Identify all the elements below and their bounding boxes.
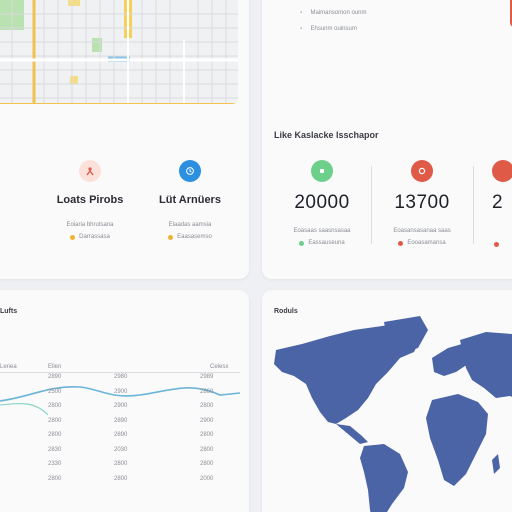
summary-card: ▪ Maimansomon ounm ▪ Ehsunm ouinsum Like… (262, 0, 512, 279)
city-map[interactable] (0, 0, 238, 104)
metric-value: 2 (492, 192, 504, 213)
summary-top-line-1: ▪ Maimansomon ounm (300, 10, 367, 16)
metric-legend: Eooasamansa (374, 240, 470, 246)
table-header: Ellen (48, 364, 62, 370)
table-cell: 2890 (48, 374, 62, 380)
table-cell: 2980 (114, 374, 128, 380)
legend-dot (168, 234, 174, 240)
world-map-card: Roduls (262, 290, 512, 512)
table-cell: 2989 (200, 374, 214, 380)
metric-title: Lüt Arnüers (159, 194, 221, 206)
metric-summary-3: 2 (480, 160, 512, 247)
metric-summary-1: 20000 Eoasaas saasnsasaa Eassauseuna (274, 160, 370, 246)
world-map-graphic[interactable] (272, 314, 512, 512)
metric-subtitle: Eoiaria bhrutsana (66, 222, 114, 228)
metric-summary-2: 13700 Eoasansasanaa saas Eooasamansa (374, 160, 470, 246)
metric-legend: Darrassasa (50, 234, 130, 240)
metric-legend-label: Eaasasemso (177, 234, 212, 240)
metric-legend-label: Darrassasa (79, 234, 110, 240)
legend-dot (299, 240, 305, 246)
table-cell: 2900 (114, 403, 128, 409)
metric-legend-label: Eassauseuna (308, 240, 345, 246)
metric-legend: Eaasasemso (150, 234, 230, 240)
table-cell: 2800 (200, 446, 214, 453)
table-cell: 2900 (200, 417, 214, 424)
table-cell: 2800 (200, 432, 214, 438)
table-header: Lenea (0, 364, 17, 370)
table-cell: 2800 (200, 461, 214, 467)
table-cell: 2890 (114, 417, 128, 424)
table-cell: 2800 (48, 417, 62, 424)
table-cell: 2500 (48, 388, 62, 395)
chart-icon (492, 160, 512, 182)
table-cell: 2800 (114, 475, 128, 482)
target-icon (411, 160, 433, 182)
table-cell: 2800 (48, 403, 62, 409)
metric-legend (480, 242, 512, 247)
metric-subtitle: Eoasansasanaa saas (393, 228, 451, 234)
summary-title: Like Kaslacke lsschapor (274, 130, 379, 140)
map-card: Loats Pirobs Eoiaria bhrutsana Darrassas… (0, 0, 249, 279)
table-cell: 2890 (114, 432, 128, 438)
leaf-icon (311, 160, 333, 182)
divider (473, 166, 474, 244)
table-cell: 2800 (114, 461, 128, 467)
metric-left-1: Loats Pirobs Eoiaria bhrutsana Darrassas… (50, 160, 130, 240)
metric-legend-label: Eooasamansa (407, 240, 446, 246)
table-card: Lufts Lenea Ellen Celesx 2890 2980 2989 250… (0, 290, 249, 512)
metric-subtitle: Elaadas aamsia (168, 222, 212, 228)
table-cell: 2330 (48, 461, 62, 467)
table-cell: 2830 (48, 446, 62, 453)
table-cell: 2800 (200, 403, 214, 409)
legend-dot (70, 234, 76, 240)
table-cell: 2900 (114, 388, 128, 395)
table-cell: 2800 (48, 475, 62, 482)
metric-legend: Eassauseuna (274, 240, 370, 246)
metric-subtitle: Eoasaas saasnsasaa (293, 228, 351, 234)
clock-icon (179, 160, 201, 182)
table-header: Celesx (210, 364, 229, 370)
table-cell: 2000 (200, 475, 214, 482)
legend-dot (494, 242, 499, 247)
table-cell: 2800 (48, 432, 62, 438)
street-map-graphic (0, 0, 238, 104)
metric-title: Loats Pirobs (56, 194, 124, 206)
metric-left-2: Lüt Arnüers Elaadas aamsia Eaasasemso (150, 160, 230, 240)
metric-value: 20000 (294, 192, 350, 213)
person-icon (79, 160, 101, 182)
summary-top-line-2: ▪ Ehsunm ouinsum (300, 26, 357, 32)
legend-dot (398, 240, 404, 246)
table-title: Lufts (0, 308, 18, 315)
metric-value: 13700 (394, 192, 450, 213)
table-cell: 2860 (200, 388, 214, 395)
table-cell: 2030 (114, 446, 128, 453)
table-header-divider (0, 372, 240, 373)
divider (371, 166, 372, 244)
